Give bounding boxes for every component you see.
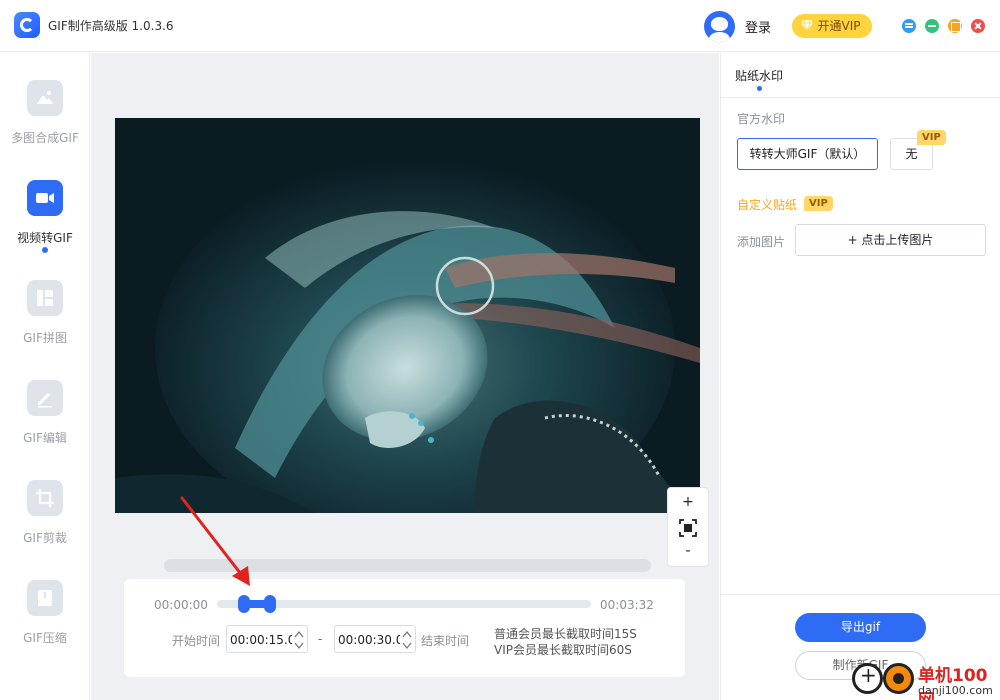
range-end-handle[interactable] — [264, 595, 277, 613]
plus-circle-icon — [852, 663, 883, 694]
image-stack-icon — [27, 80, 63, 116]
horizontal-scrollbar[interactable] — [164, 559, 651, 572]
vip-badge: VIP — [917, 130, 946, 145]
app-title: GIF制作高级版 1.0.3.6 — [48, 19, 174, 33]
site-url: danji100.com — [918, 684, 993, 697]
decrement-icon[interactable] — [294, 641, 304, 650]
sidebar: 多图合成GIF 视频转GIF GIF拼图 GIF编辑 GIF剪裁 GIF压缩 — [0, 52, 90, 700]
vip-badge: VIP — [804, 196, 833, 211]
sidebar-item-multi-image-gif[interactable]: 多图合成GIF — [0, 80, 90, 180]
sidebar-item-gif-crop[interactable]: GIF剪裁 — [0, 480, 90, 580]
official-watermark-title: 官方水印 — [737, 112, 786, 126]
user-avatar-icon[interactable] — [704, 11, 735, 42]
watermark-option-default[interactable]: 转转大师GIF（默认） — [737, 138, 878, 170]
start-time-label: 开始时间 — [172, 634, 221, 648]
range-start-handle[interactable] — [237, 595, 250, 613]
sidebar-item-label: GIF压缩 — [23, 631, 67, 645]
crop-icon — [27, 480, 63, 516]
diamond-icon — [801, 20, 813, 31]
sticker-watermark-panel: 贴纸水印 官方水印 转转大师GIF（默认） 无 VIP 自定义贴纸 VIP 添加… — [720, 53, 1000, 700]
maximize-button[interactable] — [948, 19, 962, 33]
active-tab-indicator — [757, 86, 762, 91]
sidebar-item-label: GIF拼图 — [23, 331, 67, 345]
start-time-field[interactable] — [226, 625, 308, 653]
title-bar: GIF制作高级版 1.0.3.6 登录 开通VIP — [0, 0, 1000, 52]
video-frame-image — [115, 118, 700, 513]
sidebar-item-label: 多图合成GIF — [11, 131, 79, 145]
site-watermark-logo: 单机100网 danji100.com — [850, 659, 1000, 700]
timeline-start-time: 00:00:00 — [154, 598, 208, 612]
active-indicator-dot — [42, 247, 48, 253]
custom-sticker-title: 自定义贴纸 — [737, 198, 798, 212]
divider — [721, 97, 1000, 98]
menu-button[interactable] — [902, 19, 916, 33]
sidebar-item-gif-collage[interactable]: GIF拼图 — [0, 280, 90, 380]
open-vip-button[interactable]: 开通VIP — [792, 14, 872, 38]
fit-screen-icon[interactable] — [679, 519, 697, 537]
open-vip-label: 开通VIP — [817, 19, 861, 33]
close-button[interactable] — [971, 19, 985, 33]
normal-member-limit-note: 普通会员最长截取时间15S — [494, 627, 637, 641]
export-gif-button[interactable]: 导出gif — [795, 613, 926, 642]
main-workspace: + - 00:00:00 00:03:32 开始时间 - 结束时间 普通会员最长… — [91, 53, 719, 700]
tab-sticker-watermark[interactable]: 贴纸水印 — [735, 67, 783, 84]
sidebar-item-label: GIF剪裁 — [23, 531, 67, 545]
increment-icon[interactable] — [402, 630, 412, 639]
divider — [721, 594, 1000, 595]
end-time-field[interactable] — [334, 625, 416, 653]
increment-icon[interactable] — [294, 630, 304, 639]
sidebar-item-gif-compress[interactable]: GIF压缩 — [0, 580, 90, 680]
add-image-label: 添加图片 — [737, 235, 786, 249]
zoom-controls: + - — [667, 487, 709, 567]
sidebar-item-video-to-gif[interactable]: 视频转GIF — [0, 180, 90, 280]
login-link[interactable]: 登录 — [745, 17, 771, 36]
end-time-input[interactable] — [338, 631, 400, 649]
compress-icon — [27, 580, 63, 616]
sidebar-item-gif-edit[interactable]: GIF编辑 — [0, 380, 90, 480]
orange-circle-icon — [883, 663, 914, 694]
edit-pencil-icon — [27, 380, 63, 416]
video-camera-icon — [27, 180, 63, 216]
sidebar-item-label: 视频转GIF — [17, 231, 73, 245]
start-time-input[interactable] — [230, 631, 292, 649]
collage-icon — [27, 280, 63, 316]
sidebar-item-label: GIF编辑 — [23, 431, 67, 445]
minimize-button[interactable] — [925, 19, 939, 33]
timeline-panel: 00:00:00 00:03:32 开始时间 - 结束时间 普通会员最长截取时间… — [124, 579, 685, 677]
video-preview — [115, 118, 700, 513]
zoom-in-button[interactable]: + — [668, 494, 708, 510]
zoom-out-button[interactable]: - — [668, 543, 708, 559]
decrement-icon[interactable] — [402, 641, 412, 650]
range-separator: - — [318, 632, 323, 646]
upload-image-button[interactable]: + 点击上传图片 — [795, 224, 986, 256]
timeline-end-time: 00:03:32 — [600, 598, 654, 612]
time-range-slider[interactable] — [217, 595, 591, 613]
end-time-label: 结束时间 — [421, 634, 470, 648]
vip-member-limit-note: VIP会员最长截取时间60S — [494, 643, 632, 657]
app-logo-icon — [14, 12, 40, 38]
